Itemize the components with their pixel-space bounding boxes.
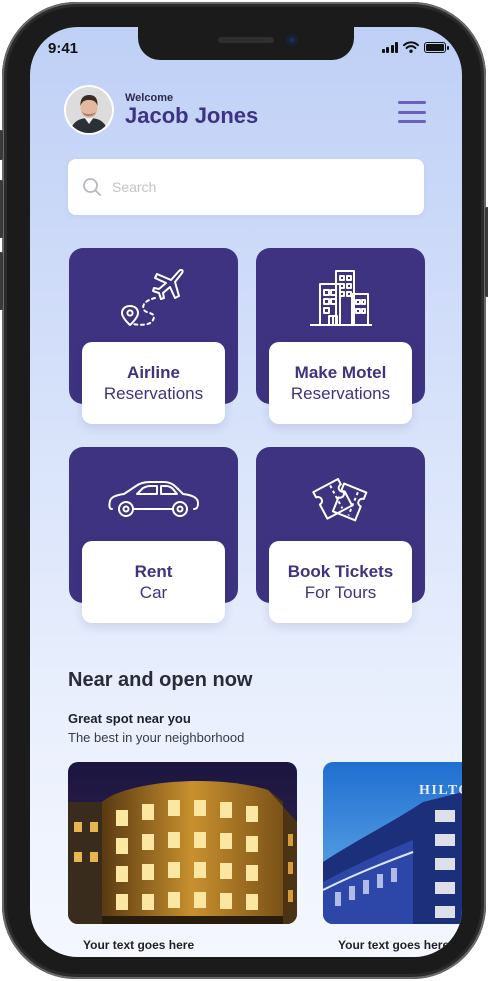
search-bar[interactable]	[68, 159, 424, 215]
card-caption: Your text goes here	[338, 938, 450, 952]
cellular-signal-icon	[381, 42, 398, 53]
hamburger-menu-icon[interactable]	[398, 101, 426, 123]
place-card[interactable]: HILTO Your text goes here	[323, 762, 462, 952]
service-tile-airline[interactable]: Airline Reservations	[69, 248, 238, 424]
status-icons	[381, 41, 449, 53]
service-tile-tickets[interactable]: Book Tickets For Tours	[256, 447, 425, 623]
phone-frame: 9:41 Welcome Jacob Jones Search Airline …	[0, 2, 488, 979]
search-input[interactable]	[112, 179, 392, 195]
tile-subtitle: Car	[139, 582, 168, 602]
card-caption: Your text goes here	[83, 938, 195, 952]
hotel-night-photo	[68, 762, 297, 924]
front-camera	[286, 34, 298, 46]
place-card[interactable]: Your text goes here	[68, 762, 297, 952]
service-tile-motel[interactable]: Make Motel Reservations	[256, 248, 425, 424]
tile-subtitle: Reservations	[103, 383, 204, 403]
tile-subtitle: Reservations	[290, 383, 391, 403]
tile-subtitle: For Tours	[304, 582, 377, 602]
search-icon	[83, 178, 101, 196]
status-time: 9:41	[48, 40, 79, 57]
tile-title: Make Motel	[294, 362, 387, 382]
notch	[138, 27, 354, 60]
service-tile-rent-car[interactable]: Rent Car	[69, 447, 238, 623]
hilton-hotel-photo: HILTO	[323, 762, 462, 924]
tile-label: Make Motel Reservations	[269, 342, 412, 424]
volume-down-button	[0, 252, 3, 310]
ticket-icon	[256, 467, 425, 527]
tile-label: Airline Reservations	[82, 342, 225, 424]
mute-switch	[0, 130, 3, 160]
car-icon	[69, 467, 238, 527]
section-description: The best in your neighborhood	[68, 730, 245, 745]
user-avatar-icon	[66, 87, 112, 133]
section-title: Near and open now	[68, 669, 253, 691]
section-subtitle: Great spot near you	[68, 711, 191, 726]
tile-label: Book Tickets For Tours	[269, 541, 412, 623]
building-icon	[256, 268, 425, 328]
tile-label: Rent Car	[82, 541, 225, 623]
wifi-icon	[403, 41, 419, 53]
tile-title: Rent	[134, 561, 173, 581]
tile-title: Book Tickets	[287, 561, 394, 581]
user-name: Jacob Jones	[125, 103, 259, 128]
battery-icon	[424, 42, 449, 53]
airplane-icon	[69, 268, 238, 330]
volume-up-button	[0, 180, 3, 238]
tile-title: Airline	[127, 362, 180, 382]
hotel-sign-text: HILTO	[419, 783, 462, 798]
avatar[interactable]	[66, 87, 112, 133]
app-screen: 9:41 Welcome Jacob Jones Search Airline …	[30, 27, 462, 957]
speaker-grille	[218, 37, 274, 43]
